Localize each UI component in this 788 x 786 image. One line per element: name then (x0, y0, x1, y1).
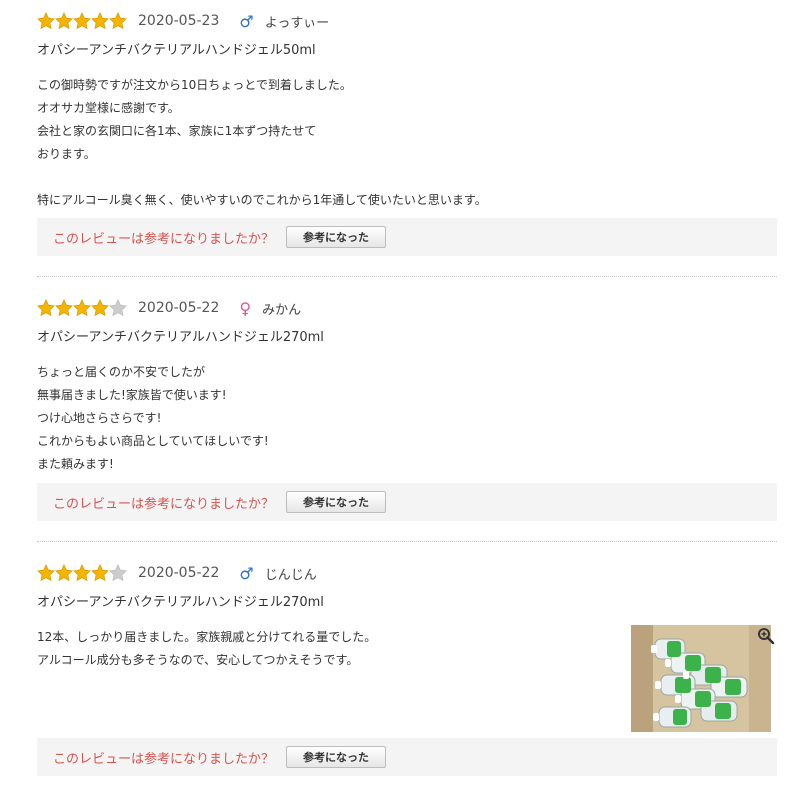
star-icon (37, 299, 55, 317)
reviewer-name: みかん (262, 302, 302, 318)
helpful-button[interactable]: 参考になった (286, 491, 387, 513)
review-line (37, 166, 777, 189)
review-line: これからもよい商品としていてほしいです! (37, 434, 269, 448)
review-line: この御時勢ですが注文から10日ちょっとで到着しました。 (37, 78, 352, 92)
star-rating (37, 299, 127, 317)
review-meta: 2020-05-22 ♂ じんじん (37, 561, 777, 585)
review-line: 無事届きました!家族皆で使います! (37, 388, 227, 402)
review-date: 2020-05-22 (138, 565, 220, 581)
star-icon (55, 564, 73, 582)
review-2: 2020-05-22 ♀ みかん オパシーアンチバクテリアルハンドジェル270m… (37, 296, 777, 476)
star-rating (37, 12, 127, 30)
star-icon (91, 564, 109, 582)
review-line: オオサカ堂様に感謝です。 (37, 101, 180, 115)
helpful-bar: このレビューは参考になりましたか？ 参考になった (37, 218, 777, 256)
product-name: オパシーアンチバクテリアルハンドジェル270ml (37, 330, 324, 345)
review-1: 2020-05-23 ♂ よっすぃー オパシーアンチバクテリアルハンドジェル50… (37, 9, 777, 212)
reviewer-name: じんじん (264, 567, 317, 583)
product-name: オパシーアンチバクテリアルハンドジェル270ml (37, 595, 324, 610)
helpful-question: このレビューは参考になりましたか？ (53, 751, 275, 767)
star-icon (55, 299, 73, 317)
star-icon (37, 564, 55, 582)
review-divider (37, 541, 777, 542)
helpful-button[interactable]: 参考になった (286, 226, 387, 248)
review-body: この御時勢ですが注文から10日ちょっとで到着しました。 オオサカ堂様に感謝です。… (37, 74, 777, 212)
review-date: 2020-05-23 (138, 13, 220, 29)
male-icon: ♂ (239, 11, 254, 31)
review-line: 特にアルコール臭く無く、使いやすいのでこれから1年通して使いたいと思います。 (37, 193, 487, 207)
review-meta: 2020-05-23 ♂ よっすぃー (37, 9, 777, 33)
star-empty-icon (109, 564, 127, 582)
helpful-bar: このレビューは参考になりましたか？ 参考になった (37, 483, 777, 521)
review-line: つけ心地さらさらです! (37, 411, 162, 425)
star-icon (73, 564, 91, 582)
star-rating (37, 564, 127, 582)
star-icon (91, 299, 109, 317)
review-photo[interactable] (631, 625, 771, 732)
review-line: おります。 (37, 147, 96, 161)
helpful-button[interactable]: 参考になった (286, 746, 387, 768)
star-empty-icon (109, 299, 127, 317)
star-icon (91, 12, 109, 30)
female-icon: ♀ (239, 298, 252, 318)
helpful-question: このレビューは参考になりましたか？ (53, 496, 275, 512)
review-line: 会社と家の玄関口に各1本、家族に1本ずつ持たせて (37, 124, 317, 138)
reviewer-name: よっすぃー (264, 15, 330, 31)
helpful-bar: このレビューは参考になりましたか？ 参考になった (37, 738, 777, 776)
review-line: ちょっと届くのか不安でしたが (37, 365, 206, 379)
star-icon (73, 299, 91, 317)
star-icon (73, 12, 91, 30)
star-icon (55, 12, 73, 30)
star-icon (109, 12, 127, 30)
star-icon (37, 12, 55, 30)
zoom-in-icon[interactable] (757, 627, 775, 645)
review-date: 2020-05-22 (138, 300, 220, 316)
review-divider (37, 276, 777, 277)
helpful-question: このレビューは参考になりましたか？ (53, 231, 275, 247)
review-body: ちょっと届くのか不安でしたが 無事届きました!家族皆で使います! つけ心地さらさ… (37, 361, 777, 476)
product-name: オパシーアンチバクテリアルハンドジェル50ml (37, 43, 316, 58)
review-line: また頼みます! (37, 457, 114, 471)
review-photo-image (631, 625, 771, 732)
male-icon: ♂ (239, 563, 254, 583)
review-meta: 2020-05-22 ♀ みかん (37, 296, 777, 320)
